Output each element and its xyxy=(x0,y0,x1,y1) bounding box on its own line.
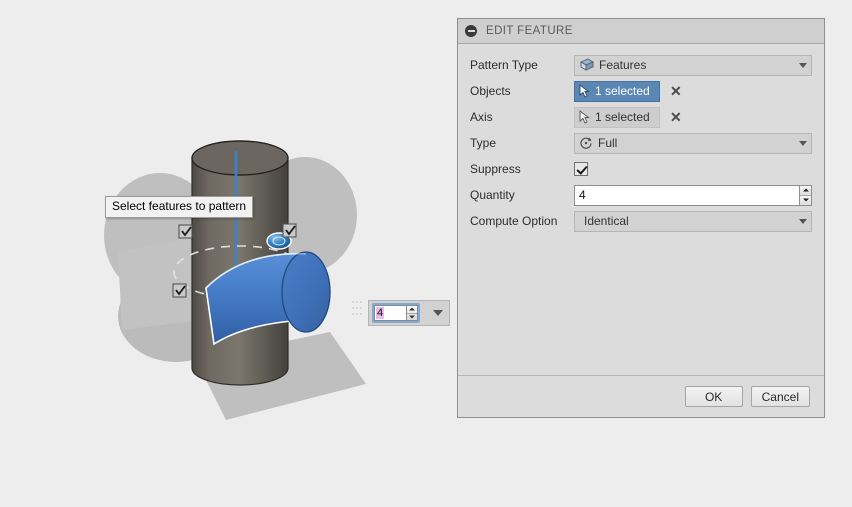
type-value: Full xyxy=(598,136,618,150)
label-pattern-type: Pattern Type xyxy=(470,58,538,72)
row-type: Type Full xyxy=(470,130,812,156)
edit-feature-dialog: EDIT FEATURE Pattern Type Features Objec xyxy=(457,18,825,418)
spinner-focus-ring: 4 xyxy=(372,303,420,323)
tooltip: Select features to pattern xyxy=(105,196,254,218)
instance-checkbox-marker[interactable] xyxy=(282,223,297,238)
quantity-down-button[interactable] xyxy=(800,194,811,205)
spinner-down-button[interactable] xyxy=(407,312,417,321)
axis-select-button[interactable]: 1 selected xyxy=(574,106,660,128)
chevron-down-icon[interactable] xyxy=(799,140,807,146)
dialog-footer: OK Cancel xyxy=(458,375,824,417)
model-canvas[interactable] xyxy=(0,0,458,507)
type-combo[interactable]: Full xyxy=(574,132,812,154)
chevron-down-icon[interactable] xyxy=(799,218,807,224)
minus-circle-icon[interactable] xyxy=(465,25,477,37)
row-quantity: Quantity 4 xyxy=(470,182,812,208)
spinner-input[interactable]: 4 xyxy=(374,305,406,321)
label-type: Type xyxy=(470,136,497,150)
label-quantity: Quantity xyxy=(470,188,515,202)
label-compute-option: Compute Option xyxy=(470,214,558,228)
cursor-arrow-icon xyxy=(579,84,590,98)
row-suppress: Suppress xyxy=(470,156,812,182)
compute-option-combo[interactable]: Identical xyxy=(574,210,812,232)
label-objects: Objects xyxy=(470,84,511,98)
quantity-up-button[interactable] xyxy=(800,185,811,195)
dialog-title-bar[interactable]: EDIT FEATURE xyxy=(458,19,824,44)
dialog-title: EDIT FEATURE xyxy=(486,25,573,37)
suppress-checkbox[interactable] xyxy=(574,162,588,176)
objects-value: 1 selected xyxy=(595,84,650,98)
quantity-stepper[interactable] xyxy=(799,184,812,206)
leader-dots xyxy=(352,301,364,315)
quantity-spinner-overlay[interactable]: 4 xyxy=(368,300,450,326)
spinner-value: 4 xyxy=(376,307,385,319)
dialog-body: Pattern Type Features Objects 1 selected… xyxy=(458,44,824,375)
chevron-down-icon[interactable] xyxy=(799,62,807,68)
instance-checkbox-marker[interactable] xyxy=(178,224,193,239)
cancel-button[interactable]: Cancel xyxy=(750,386,810,407)
row-compute-option: Compute Option Identical xyxy=(470,208,812,234)
quantity-input[interactable]: 4 xyxy=(574,184,799,206)
row-objects: Objects 1 selected ✕ xyxy=(470,78,812,104)
compute-option-value: Identical xyxy=(584,214,629,228)
cursor-arrow-icon xyxy=(579,110,590,124)
row-pattern-type: Pattern Type Features xyxy=(470,52,812,78)
circular-pattern-icon xyxy=(580,137,592,149)
row-axis: Axis 1 selected ✕ xyxy=(470,104,812,130)
spinner-stepper[interactable] xyxy=(406,305,418,321)
label-suppress: Suppress xyxy=(470,162,521,176)
3d-viewport[interactable] xyxy=(0,0,458,507)
chevron-down-icon[interactable] xyxy=(433,310,443,316)
axis-clear-icon[interactable]: ✕ xyxy=(670,110,682,124)
label-axis: Axis xyxy=(470,110,493,124)
solid-body-icon xyxy=(580,58,594,71)
objects-select-button[interactable]: 1 selected xyxy=(574,80,660,102)
pattern-type-combo[interactable]: Features xyxy=(574,54,812,76)
ok-button[interactable]: OK xyxy=(684,386,743,407)
objects-clear-icon[interactable]: ✕ xyxy=(670,84,682,98)
axis-value: 1 selected xyxy=(595,110,650,124)
pattern-type-value: Features xyxy=(599,58,647,72)
instance-checkbox-marker[interactable] xyxy=(172,283,187,298)
